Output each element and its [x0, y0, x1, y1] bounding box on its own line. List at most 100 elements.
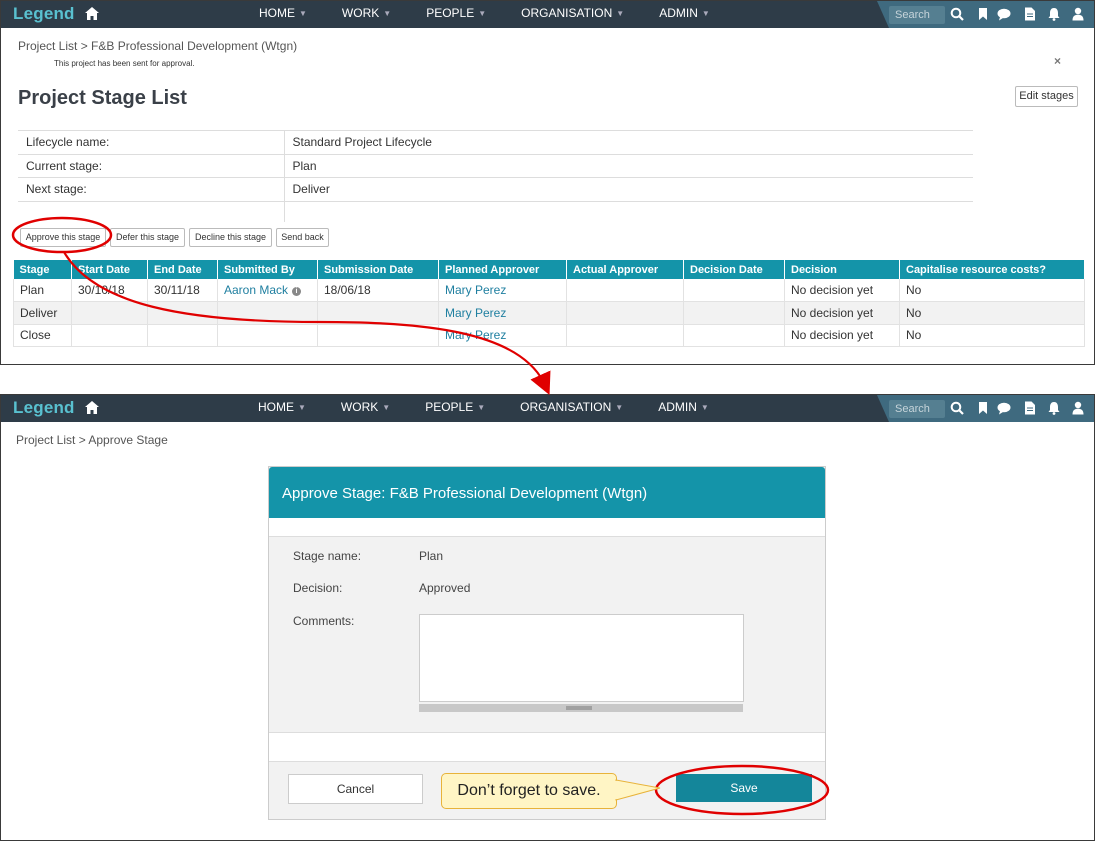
table-row: Deliver Mary Perez No decision yet No [13, 301, 1085, 325]
table-row: Close Mary Perez No decision yet No [13, 324, 1085, 347]
bookmark-icon[interactable] [976, 401, 990, 415]
table-row: Plan 30/10/18 30/11/18 Aaron Mack i 18/06… [13, 279, 1085, 302]
nav-home[interactable]: HOME ▼ [259, 1, 307, 28]
cell-actual-approver [566, 301, 684, 325]
cell-end-date: 30/11/18 [147, 279, 218, 302]
cell-decision: No decision yet [784, 279, 900, 302]
cell-submission-date [317, 301, 439, 325]
user-icon[interactable] [1071, 401, 1085, 415]
cell-submitted-by [217, 324, 318, 347]
logo-text: Legend [13, 4, 75, 23]
search-icon[interactable] [950, 7, 964, 21]
document-icon[interactable] [1023, 401, 1037, 415]
submitter-link[interactable]: Aaron Mack [224, 283, 288, 297]
nav-organisation[interactable]: ORGANISATION ▼ [520, 395, 623, 422]
nav-people[interactable]: PEOPLE ▼ [426, 1, 486, 28]
info-value: Standard Project Lifecycle [284, 130, 973, 154]
save-button[interactable]: Save [676, 774, 812, 802]
approve-stage-button[interactable]: Approve this stage [20, 228, 106, 247]
info-icon[interactable]: i [292, 287, 302, 296]
approval-notice: This project has been sent for approval. [54, 59, 195, 68]
cell-submission-date: 18/06/18 [317, 279, 439, 302]
decline-stage-button[interactable]: Decline this stage [189, 228, 272, 247]
column-header: Decision Date [683, 260, 785, 279]
home-icon[interactable] [84, 399, 99, 419]
chevron-down-icon: ▼ [382, 403, 391, 412]
column-header: Decision [784, 260, 900, 279]
column-header: Stage [13, 260, 72, 279]
cancel-button[interactable]: Cancel [288, 774, 423, 804]
info-row: Current stage: Plan [18, 153, 973, 178]
page-title: Project Stage List [18, 87, 187, 109]
nav-people[interactable]: PEOPLE ▼ [425, 395, 485, 422]
info-label: Next stage: [18, 177, 285, 201]
close-icon[interactable]: × [1054, 54, 1061, 68]
top-navbar: Legend HOME ▼ WORK ▼ PEOPLE ▼ ORGANISATION ▼… [1, 395, 1094, 422]
home-icon[interactable] [84, 5, 99, 25]
edit-stages-button[interactable]: Edit stages [1015, 86, 1078, 107]
nav-admin[interactable]: ADMIN ▼ [659, 1, 710, 28]
horizontal-scrollbar[interactable] [419, 704, 743, 712]
logo[interactable]: Legend [13, 398, 99, 419]
dialog-divider [269, 518, 825, 537]
approver-link[interactable]: Mary Perez [445, 283, 506, 297]
nav-organisation[interactable]: ORGANISATION ▼ [521, 1, 624, 28]
cell-start-date [71, 301, 148, 325]
decision-label: Decision: [293, 581, 343, 595]
logo[interactable]: Legend [13, 4, 99, 25]
info-label [18, 200, 285, 222]
nav-work[interactable]: WORK ▼ [342, 1, 391, 28]
cell-actual-approver [566, 324, 684, 347]
cell-decision-date [683, 279, 785, 302]
cell-capitalise: No [899, 279, 1085, 302]
stage-table: Stage Start Date End Date Submitted By S… [13, 260, 1085, 347]
cell-end-date [147, 324, 218, 347]
logo-text: Legend [13, 398, 75, 417]
comments-label: Comments: [293, 614, 355, 628]
nav-home[interactable]: HOME ▼ [258, 395, 306, 422]
search-input[interactable]: Search [889, 400, 945, 418]
cell-submission-date [317, 324, 439, 347]
comments-textarea[interactable] [419, 614, 744, 702]
decision-value: Approved [419, 581, 471, 595]
column-header: Capitalise resource costs? [899, 260, 1085, 279]
breadcrumb[interactable]: Project List > Approve Stage [16, 433, 168, 447]
save-reminder-callout: Don’t forget to save. [441, 773, 617, 809]
bell-icon[interactable] [1047, 401, 1061, 415]
stage-name-label: Stage name: [293, 549, 362, 563]
cell-decision: No decision yet [784, 324, 900, 347]
chat-icon[interactable] [997, 401, 1011, 415]
cell-submitted-by: Aaron Mack i [217, 279, 318, 302]
user-icon[interactable] [1071, 7, 1085, 21]
search-icon[interactable] [950, 401, 964, 415]
info-row: Next stage: Deliver [18, 177, 973, 201]
bell-icon[interactable] [1047, 7, 1061, 21]
document-icon[interactable] [1023, 7, 1037, 21]
column-header: Submission Date [317, 260, 439, 279]
nav-tools: Search [877, 1, 1094, 28]
cell-start-date [71, 324, 148, 347]
cell-stage: Close [13, 324, 72, 347]
info-row [18, 200, 973, 222]
column-header: Actual Approver [566, 260, 684, 279]
approver-link[interactable]: Mary Perez [445, 306, 506, 320]
chevron-down-icon: ▼ [700, 403, 709, 412]
cell-end-date [147, 301, 218, 325]
chevron-down-icon: ▼ [298, 403, 306, 412]
send-back-button[interactable]: Send back [276, 228, 329, 247]
scrollbar-thumb[interactable] [566, 706, 592, 710]
chevron-down-icon: ▼ [383, 9, 392, 18]
chevron-down-icon: ▼ [701, 9, 710, 18]
info-label: Lifecycle name: [18, 130, 285, 154]
defer-stage-button[interactable]: Defer this stage [110, 228, 185, 247]
cell-capitalise: No [899, 301, 1085, 325]
info-value: Plan [284, 153, 973, 178]
nav-admin[interactable]: ADMIN ▼ [658, 395, 709, 422]
nav-work[interactable]: WORK ▼ [341, 395, 390, 422]
search-input[interactable]: Search [889, 6, 945, 24]
breadcrumb[interactable]: Project List > F&B Professional Developm… [18, 39, 297, 53]
chat-icon[interactable] [997, 7, 1011, 21]
nav-tools: Search [877, 395, 1094, 422]
bookmark-icon[interactable] [976, 7, 990, 21]
approver-link[interactable]: Mary Perez [445, 328, 506, 342]
